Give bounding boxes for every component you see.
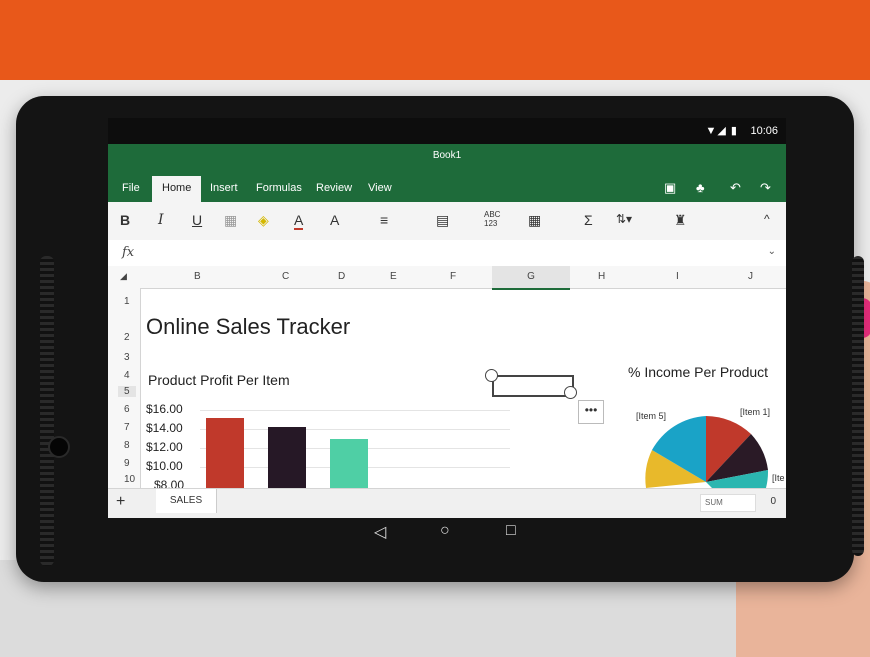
- document-title: Book1: [432, 150, 462, 161]
- fill-color-icon[interactable]: ◈: [258, 212, 269, 229]
- column-header[interactable]: J: [748, 271, 753, 282]
- wrap-text-icon[interactable]: ▤: [436, 212, 449, 229]
- more-options-button[interactable]: •••: [578, 400, 604, 424]
- tab-home[interactable]: Home: [152, 176, 202, 202]
- italic-button[interactable]: I: [158, 212, 164, 228]
- home-icon[interactable]: ○: [440, 522, 450, 540]
- chevron-down-icon[interactable]: ⌄: [768, 246, 776, 257]
- sum-label: SUM: [700, 494, 756, 512]
- tab-insert[interactable]: Insert: [210, 182, 238, 194]
- fx-label: fx: [122, 245, 135, 260]
- orange-wall: [0, 0, 870, 92]
- redo-icon[interactable]: ↷: [760, 180, 771, 196]
- collapse-ribbon-icon[interactable]: ^: [764, 212, 770, 226]
- borders-icon[interactable]: ▦: [224, 212, 237, 229]
- number-format-icon[interactable]: ABC 123: [484, 210, 500, 228]
- row-header[interactable]: 9: [124, 458, 130, 469]
- clock: 10:06: [750, 125, 778, 137]
- sheet-tab-bar: + SALES SUM 0: [108, 488, 786, 518]
- row-header[interactable]: 2: [124, 332, 130, 343]
- photo-scene: ▼◢ ▮ 10:06 Book1 File Home Insert Formul…: [0, 0, 870, 657]
- home-toolbar: B I U ▦ ◈ A A ≡ ▤ ABC 123 ▦ Σ ⇅▾ ♜ ^: [108, 202, 786, 241]
- back-icon[interactable]: ◁: [374, 522, 386, 542]
- row-header-bar: 1 2 3 4 5 6 7 8 9 10: [108, 288, 141, 498]
- column-header[interactable]: B: [194, 271, 201, 282]
- y-tick-label: $10.00: [146, 459, 183, 473]
- sheet-tab-sales[interactable]: SALES: [156, 489, 217, 513]
- bold-button[interactable]: B: [120, 212, 130, 228]
- row-header-selected[interactable]: 5: [118, 386, 136, 397]
- resize-handle[interactable]: [485, 369, 498, 382]
- tab-formulas[interactable]: Formulas: [256, 182, 302, 194]
- row-header[interactable]: 3: [124, 352, 130, 363]
- underline-button[interactable]: U: [192, 212, 202, 228]
- y-tick-label: $14.00: [146, 421, 183, 435]
- android-nav-bar: ◁ ○ □: [360, 522, 540, 542]
- gridline: [200, 429, 510, 430]
- camera-icon: [48, 436, 70, 458]
- sum-value: 0: [770, 496, 776, 507]
- left-speaker: [40, 256, 54, 566]
- row-header[interactable]: 6: [124, 404, 130, 415]
- column-header[interactable]: I: [676, 271, 679, 282]
- tablet-screen: ▼◢ ▮ 10:06 Book1 File Home Insert Formul…: [108, 118, 786, 518]
- gridline: [200, 410, 510, 411]
- pie-legend-label: [Ite: [772, 473, 785, 483]
- undo-icon[interactable]: ↶: [730, 180, 741, 196]
- signal-icon: ▼◢ ▮: [705, 125, 738, 137]
- tab-review[interactable]: Review: [316, 182, 352, 194]
- share-icon[interactable]: ♣: [696, 180, 705, 195]
- add-sheet-button[interactable]: +: [116, 493, 125, 511]
- row-header[interactable]: 8: [124, 440, 130, 451]
- ribbon: Book1 File Home Insert Formulas Review V…: [108, 144, 786, 202]
- row-header[interactable]: 1: [124, 296, 130, 307]
- column-header[interactable]: D: [338, 271, 345, 282]
- font-size-button[interactable]: A: [330, 212, 339, 228]
- tab-view[interactable]: View: [368, 182, 392, 194]
- pie-chart[interactable]: [642, 412, 772, 488]
- column-header-bar: ◢ B C D E F G H I J: [108, 266, 786, 290]
- bar: [330, 438, 368, 488]
- column-header[interactable]: H: [598, 271, 605, 282]
- sheet-title[interactable]: Online Sales Tracker: [146, 314, 350, 340]
- bar: [268, 427, 306, 488]
- right-speaker: [852, 256, 864, 556]
- find-icon[interactable]: ♜: [674, 212, 687, 229]
- save-icon[interactable]: ▣: [664, 180, 676, 196]
- selected-shape[interactable]: [492, 375, 574, 397]
- resize-handle[interactable]: [564, 386, 577, 399]
- select-all-icon[interactable]: ◢: [120, 271, 127, 282]
- column-header-selected[interactable]: G: [492, 266, 570, 290]
- y-tick-label: $12.00: [146, 440, 183, 454]
- insert-cells-icon[interactable]: ▦: [528, 212, 541, 229]
- tab-file[interactable]: File: [122, 182, 140, 194]
- recent-apps-icon[interactable]: □: [506, 522, 516, 540]
- column-header[interactable]: F: [450, 271, 456, 282]
- font-color-button[interactable]: A: [294, 212, 304, 230]
- align-icon[interactable]: ≡: [380, 212, 388, 228]
- column-header[interactable]: C: [282, 271, 289, 282]
- bar: [206, 417, 244, 488]
- bar-chart-title[interactable]: Product Profit Per Item: [148, 372, 290, 388]
- status-bar: ▼◢ ▮ 10:06: [108, 118, 786, 144]
- sort-filter-icon[interactable]: ⇅▾: [616, 212, 632, 226]
- row-header[interactable]: 10: [124, 474, 135, 485]
- pie-chart-title[interactable]: % Income Per Product: [628, 364, 768, 380]
- autosum-button[interactable]: Σ: [584, 212, 593, 228]
- formula-bar[interactable]: fx ⌄: [108, 240, 786, 267]
- row-header[interactable]: 4: [124, 370, 130, 381]
- y-tick-label: $16.00: [146, 402, 183, 416]
- row-header[interactable]: 7: [124, 422, 130, 433]
- column-header[interactable]: E: [390, 271, 397, 282]
